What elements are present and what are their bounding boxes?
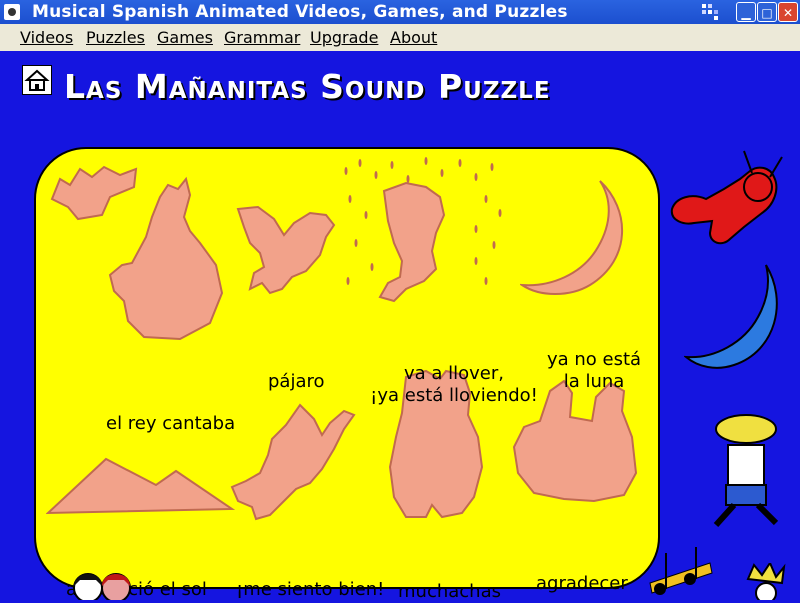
piece-label: pájaro [268,371,325,392]
menu-upgrade[interactable]: Upgrade [310,28,378,47]
puzzle-board: el rey cantaba pájaro va a llover, ¡ya e… [34,147,660,602]
piece-label: el rey cantaba [106,413,236,434]
bird-piece[interactable] [234,199,344,299]
page-title: Las Mañanitas Sound Puzzle [64,67,551,106]
maximize-button[interactable]: □ [757,2,777,22]
king-singing-piece[interactable] [40,157,230,347]
app-icon [4,4,20,20]
red-dancing-character-icon [670,150,783,245]
menu-about[interactable]: About [390,28,437,47]
girls-faces-icon [73,573,131,600]
piece-label-line: ya no está [546,349,642,370]
piece-label-line: ¡ya está lloviendo! [370,385,538,406]
xp-logo-icon [702,4,718,20]
blue-moon-icon [684,264,778,369]
jumping-person-piece[interactable] [226,399,366,524]
piece-label-line: va a llover, [403,363,505,384]
piece-label: ya no está la luna [534,349,654,393]
music-notes-icon [649,547,713,595]
home-button[interactable] [22,65,52,95]
window-title: Musical Spanish Animated Videos, Games, … [32,2,568,22]
title-bar: Musical Spanish Animated Videos, Games, … [0,0,800,24]
king-character-icon [746,563,786,600]
running-character-icon [713,414,779,528]
menu-videos[interactable]: Videos [20,28,73,47]
rain-piece[interactable] [336,151,516,321]
menu-grammar[interactable]: Grammar [224,28,300,47]
minimize-button[interactable]: ▁ [736,2,756,22]
piece-label: ¡me siento bien! [236,579,385,600]
menu-bar: Videos Puzzles Games Grammar Upgrade Abo… [0,24,800,51]
menu-puzzles[interactable]: Puzzles [86,28,145,47]
main-content: Las Mañanitas Sound Puzzle el rey cantab… [0,51,800,602]
home-icon [24,69,50,91]
close-button[interactable]: ✕ [778,2,798,22]
piece-label: va a llover, ¡ya está lloviendo! [364,363,544,407]
piece-label: agradecer [536,573,628,594]
menu-games[interactable]: Games [157,28,213,47]
piece-label-line: la luna [563,371,625,392]
moon-piece[interactable] [520,179,640,309]
sunrise-hills-piece[interactable] [46,449,236,519]
